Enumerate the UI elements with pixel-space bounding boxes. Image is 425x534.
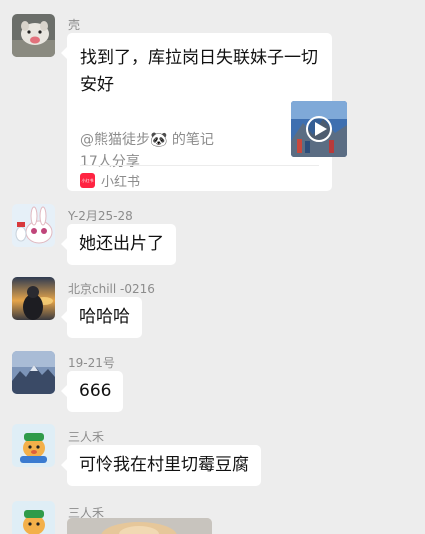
xiaohongshu-logo-icon: 小红书: [80, 173, 95, 188]
avatar[interactable]: [12, 501, 55, 534]
card-share-count: 17人分享: [80, 154, 140, 170]
chat-message: Y-2月25-28 她还出片了: [0, 200, 425, 270]
sender-name: Y-2月25-28: [68, 209, 133, 223]
avatar[interactable]: [12, 351, 55, 394]
message-bubble[interactable]: 666: [60, 371, 124, 412]
avatar[interactable]: [12, 424, 55, 467]
avatar[interactable]: [12, 204, 55, 247]
card-author: @熊猫徒步🐼 的笔记: [80, 132, 214, 148]
card-app-name: 小红书: [101, 175, 141, 190]
sender-name: 19-21号: [68, 356, 115, 370]
message-text: 666: [79, 381, 112, 401]
card-footer: 小红书 小红书: [80, 171, 140, 190]
message-text: 她还出片了: [79, 234, 164, 254]
card-title: 找到了，库拉岗日失联妹子一切安好: [80, 48, 318, 95]
message-bubble[interactable]: 哈哈哈: [61, 297, 142, 338]
message-text: 可怜我在村里切霉豆腐: [79, 455, 249, 475]
avatar[interactable]: [12, 14, 55, 57]
chat-message: 三人禾: [0, 496, 425, 534]
sender-name: 三人禾: [68, 430, 105, 444]
message-bubble[interactable]: 她还出片了: [61, 224, 176, 265]
sender-name: 壳: [68, 18, 81, 32]
chat-message: 三人禾 可怜我在村里切霉豆腐: [0, 418, 425, 496]
message-image[interactable]: [67, 518, 212, 534]
card-thumbnail[interactable]: [291, 101, 347, 157]
avatar[interactable]: [12, 277, 55, 320]
shared-note-card[interactable]: 找到了，库拉岗日失联妹子一切安好 @熊猫徒步🐼 的笔记 17人分享 小红书 小红…: [61, 33, 347, 191]
message-bubble[interactable]: 可怜我在村里切霉豆腐: [61, 445, 261, 486]
card-divider: [80, 165, 319, 166]
sender-name: 北京chill -0216: [68, 282, 155, 296]
chat-message: 壳 找到了，库拉岗日失联妹子一切安好 @熊猫徒步🐼 的笔记 17人分享 小红书 …: [0, 0, 425, 200]
chat-message: 北京chill -0216 哈哈哈: [0, 272, 425, 342]
chat-message: 19-21号 666: [0, 345, 425, 415]
message-text: 哈哈哈: [79, 307, 130, 327]
